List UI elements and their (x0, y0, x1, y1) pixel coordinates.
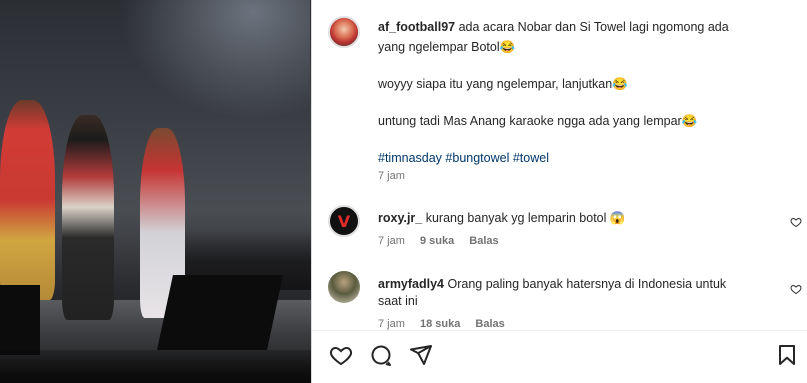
caption-text: untung tadi Mas Anang karaoke ngga ada y… (378, 114, 698, 128)
stage-monitor-left (0, 285, 40, 355)
person-speaker (62, 115, 114, 320)
post-author-avatar[interactable] (328, 16, 360, 48)
comments-section[interactable]: af_football97 ada acara Nobar dan Si Tow… (312, 0, 807, 330)
comment-icon[interactable] (369, 343, 393, 367)
instagram-post: af_football97 ada acara Nobar dan Si Tow… (0, 0, 807, 383)
hashtag-link[interactable]: #towel (513, 151, 549, 165)
post-actions-bar (312, 330, 807, 383)
comment-text: armyfadly4 Orang paling banyak hatersnya… (378, 276, 773, 310)
stage-light (120, 0, 310, 120)
hashtag-link[interactable]: #bungtowel (445, 151, 509, 165)
stage-monitor (157, 275, 283, 350)
post-time[interactable]: 7 jam (378, 170, 405, 182)
hashtags: #timnasday #bungtowel #towel (378, 148, 773, 168)
caption-text: woyyy siapa itu yang ngelempar, lanjutka… (378, 77, 628, 91)
commenter-avatar[interactable]: V (328, 205, 360, 237)
reply-button[interactable]: Balas (475, 318, 504, 330)
comment-body: Orang paling banyak hatersnya di Indones… (447, 277, 727, 291)
comment-time[interactable]: 7 jam (378, 318, 405, 330)
video-bottom (0, 350, 311, 383)
comment-heart-icon[interactable] (790, 216, 802, 228)
bookmark-icon[interactable] (775, 343, 799, 367)
share-icon[interactable] (409, 343, 433, 367)
commenter-username[interactable]: roxy.jr_ (378, 211, 422, 225)
post-author-username[interactable]: af_football97 (378, 20, 455, 34)
post-side-panel: af_football97 ada acara Nobar dan Si Tow… (311, 0, 807, 383)
caption-text: yang ngelempar Botol😂 (378, 40, 516, 54)
comment-body: kurang banyak yg lemparin botol 😱 (425, 211, 626, 225)
comment-text: roxy.jr_ kurang banyak yg lemparin botol… (378, 210, 773, 227)
avatar-logo-icon: V (337, 211, 351, 231)
hashtag-link[interactable]: #timnasday (378, 151, 442, 165)
comment-likes[interactable]: 18 suka (420, 318, 460, 330)
caption-text: ada acara Nobar dan Si Towel lagi ngomon… (458, 20, 729, 34)
comment-meta: 7 jam 18 suka Balas (378, 318, 517, 330)
comment-body: saat ini (378, 294, 418, 308)
post-caption: af_football97 ada acara Nobar dan Si Tow… (378, 17, 773, 168)
comment-time[interactable]: 7 jam (378, 235, 405, 247)
comment-heart-icon[interactable] (790, 283, 802, 295)
post-video[interactable] (0, 0, 311, 383)
commenter-avatar[interactable] (328, 271, 360, 303)
comment-meta: 7 jam 9 suka Balas (378, 235, 511, 247)
heart-icon[interactable] (329, 343, 353, 367)
person-left (0, 100, 55, 300)
reply-button[interactable]: Balas (469, 235, 498, 247)
comment-likes[interactable]: 9 suka (420, 235, 454, 247)
commenter-username[interactable]: armyfadly4 (378, 277, 444, 291)
